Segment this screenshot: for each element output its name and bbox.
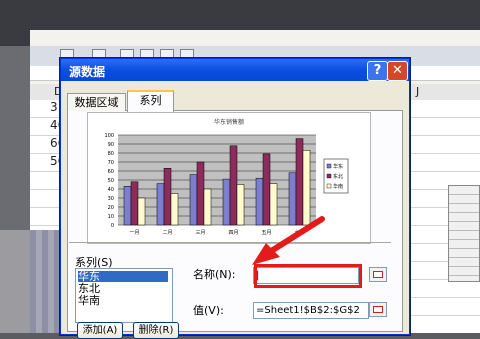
help-button[interactable]: ? bbox=[367, 61, 388, 81]
legend-label: 华东 bbox=[333, 163, 343, 170]
embedded-chart-fragment bbox=[0, 230, 60, 333]
series-listbox[interactable]: 华东 东北 华南 bbox=[75, 268, 173, 323]
bar bbox=[196, 161, 205, 226]
bar bbox=[130, 181, 139, 226]
value-input[interactable]: =Sheet1!$B$2:$G$2 bbox=[253, 302, 369, 319]
chart-title: 华东销售额 bbox=[214, 118, 244, 126]
legend-label: 华南 bbox=[333, 183, 343, 190]
y-tick-label: 30 bbox=[108, 196, 114, 202]
bar bbox=[170, 193, 179, 226]
x-tick-label: 四月 bbox=[228, 230, 238, 236]
range-picker-icon[interactable] bbox=[369, 267, 387, 282]
bar bbox=[137, 197, 146, 226]
series-list-item[interactable]: 华东 bbox=[78, 271, 168, 282]
chart-legend-fragment bbox=[448, 185, 480, 282]
column-header-j[interactable]: J bbox=[416, 85, 419, 98]
name-label: 名称(N): bbox=[193, 268, 236, 281]
cell-value[interactable]: 3 bbox=[50, 100, 58, 114]
dialog-title: 源数据 bbox=[69, 65, 106, 79]
bar bbox=[229, 145, 238, 226]
series-list-item[interactable]: 华南 bbox=[78, 295, 168, 306]
bar bbox=[189, 174, 198, 226]
y-tick-label: 100 bbox=[104, 133, 114, 139]
x-tick-label: 三月 bbox=[195, 230, 205, 236]
separator bbox=[69, 242, 391, 243]
close-button[interactable]: ✕ bbox=[387, 61, 408, 81]
legend-swatch bbox=[326, 163, 332, 169]
y-tick-label: 40 bbox=[108, 187, 114, 193]
y-tick-label: 10 bbox=[108, 214, 114, 220]
bar bbox=[236, 184, 245, 226]
bar bbox=[222, 178, 231, 226]
bar bbox=[123, 186, 132, 226]
y-tick-label: 90 bbox=[108, 142, 114, 148]
legend-swatch bbox=[326, 173, 332, 179]
value-label: 值(V): bbox=[193, 304, 224, 317]
x-tick-label: 二月 bbox=[162, 230, 172, 236]
legend-swatch bbox=[326, 183, 332, 189]
source-data-dialog: 源数据 ? ✕ 数据区域 系列 华东销售额 0 10 20 30 40 50 60 70 80 90… bbox=[60, 58, 410, 339]
bar bbox=[295, 138, 304, 226]
add-series-button[interactable]: 添加(A) bbox=[77, 322, 123, 339]
x-tick-label: 一月 bbox=[129, 230, 139, 236]
y-tick-label: 60 bbox=[108, 169, 114, 175]
bar bbox=[163, 168, 172, 226]
tab-series[interactable]: 系列 bbox=[127, 90, 174, 112]
y-tick-label: 20 bbox=[108, 205, 114, 211]
y-tick-label: 0 bbox=[111, 223, 114, 229]
range-picker-icon[interactable] bbox=[369, 302, 387, 317]
arrow-shape bbox=[252, 216, 325, 265]
delete-series-button[interactable]: 删除(R) bbox=[133, 322, 179, 339]
arrow-annotation bbox=[250, 215, 330, 275]
bar bbox=[302, 150, 311, 226]
legend-label: 东北 bbox=[333, 173, 343, 180]
y-tick-label: 50 bbox=[108, 178, 114, 184]
tab-data-range[interactable]: 数据区域 bbox=[67, 93, 126, 111]
bar bbox=[203, 188, 212, 226]
bar bbox=[156, 183, 165, 226]
dialog-title-bar[interactable]: 源数据 ? ✕ bbox=[61, 59, 409, 81]
series-list-item[interactable]: 东北 bbox=[78, 283, 168, 294]
y-tick-label: 70 bbox=[108, 160, 114, 166]
y-tick-label: 80 bbox=[108, 151, 114, 157]
